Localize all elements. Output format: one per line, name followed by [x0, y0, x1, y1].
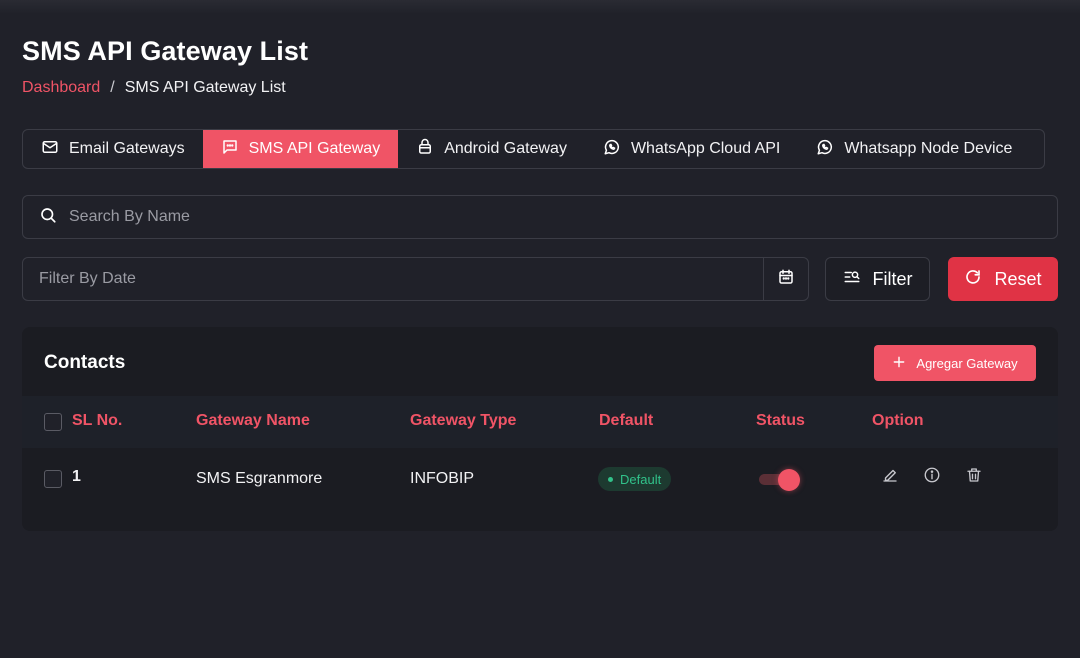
add-gateway-button[interactable]: Agregar Gateway	[874, 345, 1036, 381]
whatsapp-icon	[603, 138, 621, 161]
default-badge-label: Default	[620, 471, 662, 487]
search-input[interactable]	[69, 208, 1057, 226]
android-icon	[416, 138, 434, 161]
contacts-card: Contacts Agregar Gateway SL No. Gateway …	[22, 327, 1058, 531]
badge-dot	[608, 476, 613, 482]
gateway-tabs: Email Gateways SMS API Gateway Android G…	[22, 129, 1045, 169]
reset-button[interactable]: Reset	[948, 257, 1058, 301]
filter-label: Filter	[872, 268, 913, 289]
trash-icon	[965, 466, 983, 489]
column-gateway-name: Gateway Name	[196, 412, 310, 429]
table-header: SL No. Gateway Name Gateway Type Default…	[22, 396, 1058, 448]
top-bar	[0, 0, 1080, 14]
row-gateway-name: SMS Esgranmore	[196, 470, 323, 487]
tab-label: Email Gateways	[69, 140, 185, 157]
tab-whatsapp-node-device[interactable]: Whatsapp Node Device	[798, 130, 1030, 168]
select-all-checkbox[interactable]	[44, 413, 62, 431]
breadcrumb-dashboard-link[interactable]: Dashboard	[22, 79, 100, 97]
status-toggle[interactable]	[759, 469, 801, 491]
edit-button[interactable]	[880, 467, 900, 487]
column-gateway-type: Gateway Type	[410, 412, 517, 429]
info-icon	[923, 466, 941, 489]
plus-icon	[892, 355, 906, 372]
tab-label: Whatsapp Node Device	[844, 140, 1013, 157]
row-checkbox[interactable]	[44, 470, 62, 488]
calendar-icon	[777, 268, 795, 291]
row-sl-no: 1	[72, 468, 81, 485]
table-row: 1 SMS Esgranmore INFOBIP Default	[22, 448, 1058, 508]
whatsapp-icon	[816, 138, 834, 161]
column-status: Status	[756, 412, 805, 429]
toggle-knob	[778, 469, 800, 491]
tab-android-gateway[interactable]: Android Gateway	[398, 130, 585, 168]
breadcrumb-current: SMS API Gateway List	[124, 79, 286, 96]
reset-label: Reset	[994, 268, 1042, 289]
filter-button[interactable]: Filter	[825, 257, 930, 301]
search-bar	[22, 195, 1058, 239]
tab-label: WhatsApp Cloud API	[630, 140, 781, 157]
filter-icon	[843, 268, 861, 291]
page-title: SMS API Gateway List	[22, 36, 309, 66]
date-filter	[22, 257, 809, 301]
info-button[interactable]	[922, 467, 942, 487]
column-default: Default	[599, 412, 654, 429]
pencil-icon	[881, 466, 899, 489]
mail-icon	[41, 138, 59, 161]
delete-button[interactable]	[964, 467, 984, 487]
calendar-button[interactable]	[763, 258, 808, 300]
column-option: Option	[872, 412, 924, 429]
tab-sms-api-gateway[interactable]: SMS API Gateway	[202, 130, 399, 168]
date-filter-input[interactable]	[39, 270, 763, 288]
tab-label: SMS API Gateway	[248, 140, 381, 157]
card-title: Contacts	[44, 352, 126, 373]
breadcrumb-separator: /	[110, 79, 115, 96]
row-gateway-type: INFOBIP	[410, 470, 475, 487]
breadcrumb: Dashboard / SMS API Gateway List	[22, 79, 286, 97]
tab-email-gateways[interactable]: Email Gateways	[23, 130, 203, 168]
column-sl-no: SL No.	[72, 412, 123, 429]
search-icon	[39, 206, 57, 229]
refresh-icon	[964, 268, 982, 291]
message-icon	[221, 138, 239, 161]
add-gateway-label: Agregar Gateway	[916, 355, 1018, 371]
tab-whatsapp-cloud-api[interactable]: WhatsApp Cloud API	[585, 130, 798, 168]
default-badge: Default	[598, 467, 672, 491]
tab-label: Android Gateway	[444, 140, 567, 157]
